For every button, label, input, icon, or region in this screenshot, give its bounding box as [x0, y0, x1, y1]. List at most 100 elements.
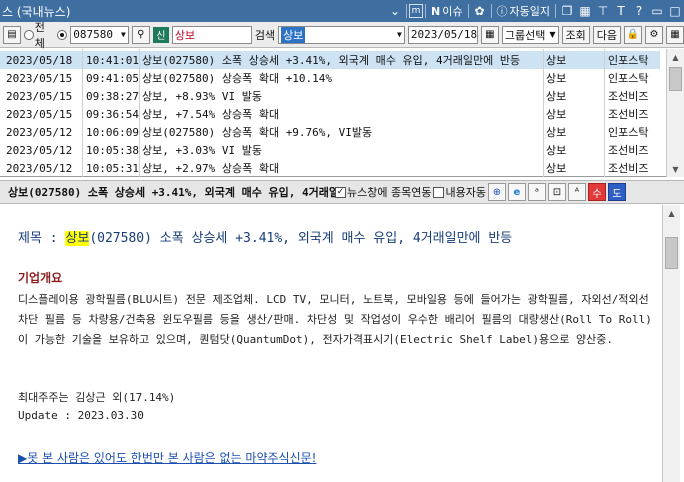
autojournal-button[interactable]: ⓘ 자동일지 — [494, 3, 553, 19]
article-scrollbar[interactable]: ▲ — [662, 205, 680, 482]
sell-button[interactable]: 도 — [607, 183, 626, 201]
group-select[interactable]: 그룹선택 ▼ — [501, 25, 559, 44]
news-stock: 상보 — [546, 72, 567, 85]
search-input[interactable]: 상보 ▼ — [278, 25, 405, 44]
radio-all[interactable]: 전체 — [24, 19, 54, 51]
font-t-icon[interactable]: T — [612, 2, 630, 20]
m-icon[interactable]: m — [409, 4, 424, 18]
auto-checkbox[interactable]: 내용자동 — [433, 184, 486, 200]
news-time: 10:41:01 — [86, 53, 139, 67]
radio-all-circle[interactable] — [24, 29, 34, 40]
news-stock: 상보 — [546, 54, 567, 67]
news-time: 09:41:05 — [86, 71, 139, 85]
section-heading: 기업개요 — [18, 271, 63, 285]
list-icon[interactable]: ▤ — [3, 25, 21, 44]
news-time: 10:06:09 — [86, 125, 139, 139]
restore-icon[interactable]: ❐ — [558, 2, 576, 20]
table-row[interactable]: 2023/05/15 09:38:27 상보, +8.93% VI 발동 상보 … — [0, 87, 660, 105]
radio-stock[interactable] — [57, 29, 68, 40]
news-source: 인포스탁 — [608, 72, 649, 85]
issue-label: 이슈 — [442, 5, 463, 18]
stock-code-input[interactable]: 087580 ▼ — [70, 25, 129, 44]
tile-icon[interactable]: ▦ — [576, 2, 594, 20]
table-row[interactable]: 2023/05/18 10:41:01 상보(027580) 소폭 상승세 +3… — [0, 51, 660, 69]
scroll-thumb[interactable] — [669, 67, 682, 91]
auto-checkbox-box[interactable] — [433, 186, 445, 198]
autojournal-label: 자동일지 — [509, 5, 550, 18]
news-time: 09:36:54 — [86, 107, 139, 121]
link-checkbox-box[interactable]: ✓ — [335, 186, 346, 198]
news-title: 상보, +3.03% VI 발동 — [142, 144, 262, 157]
popup-icon[interactable]: ⊡ — [547, 183, 566, 201]
scroll-thumb[interactable] — [665, 237, 678, 269]
news-title: 상보(027580) 소폭 상승세 +3.41%, 외국계 매수 유입, 4거래… — [142, 54, 521, 67]
promo-link[interactable]: ▶못 본 사람은 있어도 한번만 본 사람은 없는 마약주식신문! — [18, 449, 316, 466]
table-row[interactable]: 2023/05/15 09:41:05 상보(027580) 상승폭 확대 +1… — [0, 69, 660, 87]
news-date: 2023/05/15 — [6, 89, 73, 103]
news-date: 2023/05/15 — [6, 107, 73, 121]
logo-icon[interactable]: ✿ — [471, 2, 489, 20]
search-toolbar: ▤ 전체 087580 ▼ ⚲ 신 상보 검색 상보 ▼ 2023/05/18 … — [0, 19, 684, 51]
column-divider — [82, 49, 83, 177]
scroll-up-icon[interactable]: ▲ — [663, 205, 680, 221]
issue-n-icon: N — [431, 4, 441, 18]
font-size-down-icon[interactable]: ᵃ — [527, 183, 546, 201]
zoom-icon[interactable]: ⊕ — [487, 183, 506, 201]
search-icon[interactable]: ⚲ — [131, 25, 150, 44]
search-dropdown-icon[interactable]: ▼ — [397, 30, 402, 39]
search-value: 상보 — [281, 26, 306, 43]
news-title: 상보(027580) 상승폭 확대 +10.14% — [142, 72, 333, 85]
scroll-down-icon[interactable]: ▼ — [667, 161, 684, 177]
news-time: 09:38:27 — [86, 89, 139, 103]
column-divider — [604, 49, 605, 177]
maximize-icon[interactable]: □ — [666, 2, 684, 20]
news-time: 10:05:38 — [86, 143, 139, 157]
lock-icon[interactable]: 🔒 — [624, 25, 642, 44]
news-source: 조선비즈 — [608, 144, 649, 157]
issue-button[interactable]: N 이슈 — [428, 3, 465, 19]
chevron-down-icon[interactable]: ▼ — [121, 30, 126, 39]
article-title-highlight: 상보 — [65, 231, 90, 246]
grid-icon[interactable]: ▦ — [666, 25, 684, 44]
news-source: 조선비즈 — [608, 108, 649, 121]
news-source: 인포스탁 — [608, 54, 649, 67]
title-bar: 스 (국내뉴스) ⌄ m N 이슈 ✿ ⓘ 자동일지 ❐ ▦ ⊤ T ? ▭ □ — [0, 0, 684, 22]
stock-name-field[interactable]: 상보 — [171, 25, 252, 44]
group-dropdown-icon[interactable]: ▼ — [549, 30, 555, 39]
table-row[interactable]: 2023/05/15 09:36:54 상보, +7.54% 상승폭 확대 상보… — [0, 105, 660, 123]
news-title: 상보, +2.97% 상승폭 확대 — [142, 162, 280, 175]
browser-icon[interactable]: e — [507, 183, 526, 201]
table-row[interactable]: 2023/05/12 10:05:31 상보, +2.97% 상승폭 확대 상보… — [0, 159, 660, 177]
font-size-up-icon[interactable]: ᴬ — [567, 183, 586, 201]
table-row[interactable]: 2023/05/12 10:06:09 상보(027580) 상승폭 확대 +9… — [0, 123, 660, 141]
link-checkbox-label: 뉴스창에 종목연동 — [347, 186, 432, 199]
sin-icon[interactable]: 신 — [152, 26, 169, 43]
next-button[interactable]: 다음 — [592, 25, 621, 44]
pushpin-icon[interactable]: ⊤ — [594, 2, 612, 20]
news-title: 상보, +7.54% 상승폭 확대 — [142, 108, 280, 121]
update-date: Update : 2023.03.30 — [18, 409, 144, 422]
buy-button[interactable]: 수 — [587, 183, 606, 201]
info-icon: ⓘ — [496, 5, 508, 18]
scroll-up-icon[interactable]: ▲ — [667, 49, 684, 65]
radio-all-label: 전체 — [34, 20, 45, 50]
news-date: 2023/05/12 — [6, 161, 73, 175]
stock-code-value: 087580 — [73, 28, 113, 41]
gear-icon[interactable]: ⚙ — [645, 25, 663, 44]
minimize-icon[interactable]: ▭ — [648, 2, 666, 20]
news-source: 조선비즈 — [608, 162, 649, 175]
date-input[interactable]: 2023/05/18 — [407, 25, 478, 44]
pin-icon[interactable]: ⌄ — [386, 2, 404, 20]
news-stock: 상보 — [546, 90, 567, 103]
calendar-icon[interactable]: ▦ — [480, 25, 499, 44]
news-stock: 상보 — [546, 144, 567, 157]
query-button[interactable]: 조회 — [561, 25, 590, 44]
news-time: 10:05:31 — [86, 161, 139, 175]
news-title: 상보, +8.93% VI 발동 — [142, 90, 262, 103]
news-source: 조선비즈 — [608, 90, 649, 103]
link-checkbox[interactable]: ✓ 뉴스창에 종목연동 — [335, 184, 431, 200]
company-overview: 디스플레이용 광학필름(BLU시트) 전문 제조업체. LCD TV, 모니터,… — [18, 293, 652, 346]
list-scrollbar[interactable]: ▲ ▼ — [666, 49, 684, 177]
table-row[interactable]: 2023/05/12 10:05:38 상보, +3.03% VI 발동 상보 … — [0, 141, 660, 159]
help-icon[interactable]: ? — [630, 2, 648, 20]
